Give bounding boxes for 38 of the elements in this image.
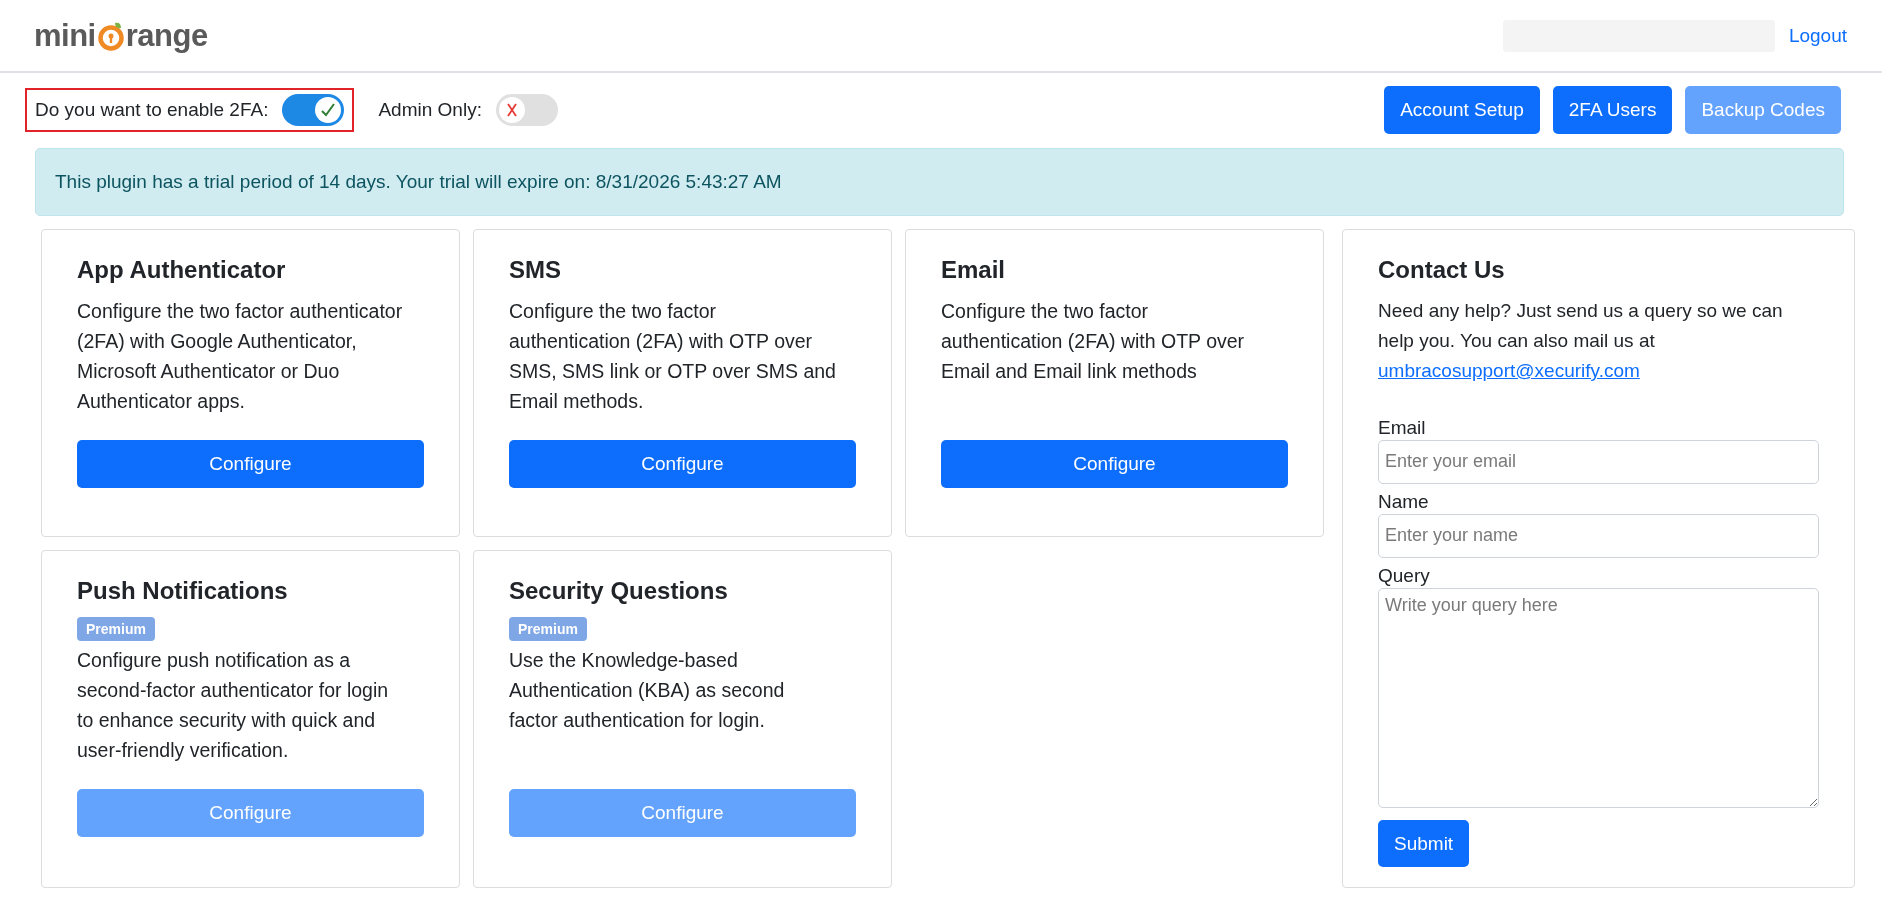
configure-button[interactable]: Configure — [509, 440, 856, 488]
input-field[interactable]: Enter your email — [1378, 440, 1819, 484]
card-title: Email — [941, 256, 1007, 284]
toggle-switch[interactable] — [282, 94, 345, 126]
keyhole-ring-icon — [96, 20, 125, 51]
contact-text: Need any help? Just send us a query so we can help you. You can also mail us at umbracosupport@xecurify.com — [1378, 299, 1784, 383]
card-title: Contact Us — [1378, 256, 1506, 284]
premium-badge: Premium — [77, 617, 155, 641]
card-description: Use the Knowledge-based Authentication (KBA) as second factor authentication for login. — [509, 648, 786, 733]
input-field[interactable]: Enter your name — [1378, 513, 1819, 558]
submit-button[interactable]: Submit — [1378, 820, 1470, 867]
toggle-label: Do you want to enable 2FA: — [35, 99, 269, 121]
card-description: Configure push notification as a second-factor authenticator for login to enhance security with quick and user-friendly verification. — [77, 648, 390, 763]
premium-badge: Premium — [509, 617, 587, 641]
toggle-label: Admin Only: — [378, 99, 482, 121]
logo-text: mini — [34, 17, 96, 54]
field-label: Email — [1378, 416, 1427, 440]
toggle-switch[interactable] — [495, 94, 558, 126]
trial-alert: This plugin has a trial period of 14 days. Your trial will expire on: 8/31/2026 5:43:27 AM — [35, 148, 1844, 216]
card-description: Configure the two factor authentication (2FA) with OTP over SMS, SMS link or OTP over SMS and Email methods. — [509, 299, 837, 414]
logo-text: range — [125, 17, 208, 54]
toolbar-button[interactable]: 2FA Users — [1552, 86, 1673, 134]
field-label: Name — [1378, 489, 1430, 514]
query-field[interactable]: Write your query here — [1378, 587, 1819, 809]
toolbar-button[interactable]: Account Setup — [1384, 86, 1540, 134]
card-title: App Authenticator — [77, 256, 287, 284]
card-title: Push Notifications — [77, 577, 289, 605]
cross-icon — [505, 103, 518, 117]
field-label: Query — [1378, 563, 1431, 588]
email-link[interactable]: umbracosupport@xecurify.com — [1378, 360, 1640, 381]
logout-link[interactable]: Logout — [1788, 24, 1847, 47]
card-description: Configure the two factor authenticator (2FA) with Google Authenticator, Microsoft Authenticator or Duo Authenticator apps. — [77, 299, 404, 414]
card-title: Security Questions — [509, 577, 729, 605]
check-icon — [320, 102, 337, 118]
configure-button[interactable]: Configure — [77, 440, 424, 488]
configure-button[interactable]: Configure — [941, 440, 1288, 488]
card-description: Configure the two factor authentication (2FA) with OTP over Email and Email link methods — [941, 299, 1246, 384]
card-title: SMS — [509, 256, 562, 284]
